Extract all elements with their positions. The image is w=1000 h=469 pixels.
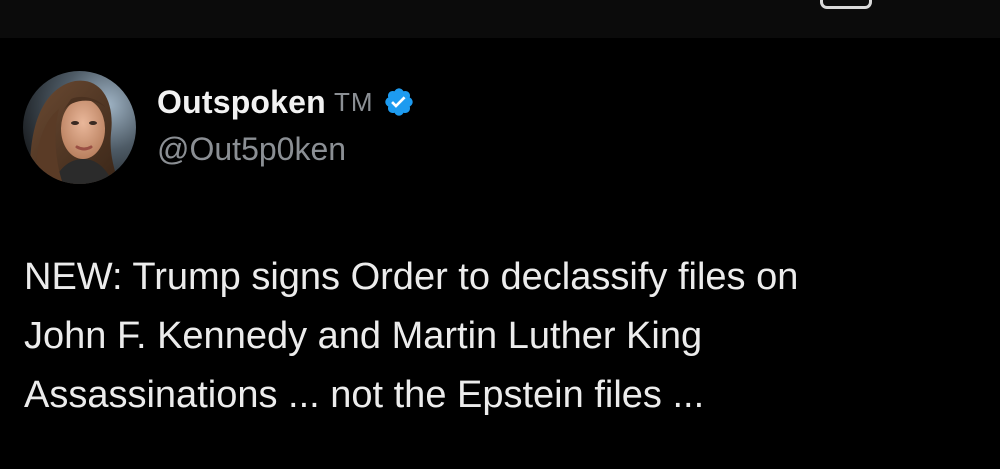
top-bar [0,0,1000,38]
author-name-suffix: TM [333,86,374,117]
author-handle[interactable]: @Out5p0ken [157,131,346,168]
verified-badge-icon [383,86,415,118]
avatar-photo-icon [23,71,136,184]
author-name-row[interactable]: Outspoken TM [157,82,415,122]
tweet-text: NEW: Trump signs Order to declassify fil… [24,256,799,416]
bookmark-tab-icon[interactable] [820,0,872,9]
author-display-name[interactable]: Outspoken [157,84,326,121]
tweet-card[interactable]: Outspoken TM @Out5p0ken NEW: Trump signs… [0,38,1000,469]
avatar[interactable] [23,71,136,184]
